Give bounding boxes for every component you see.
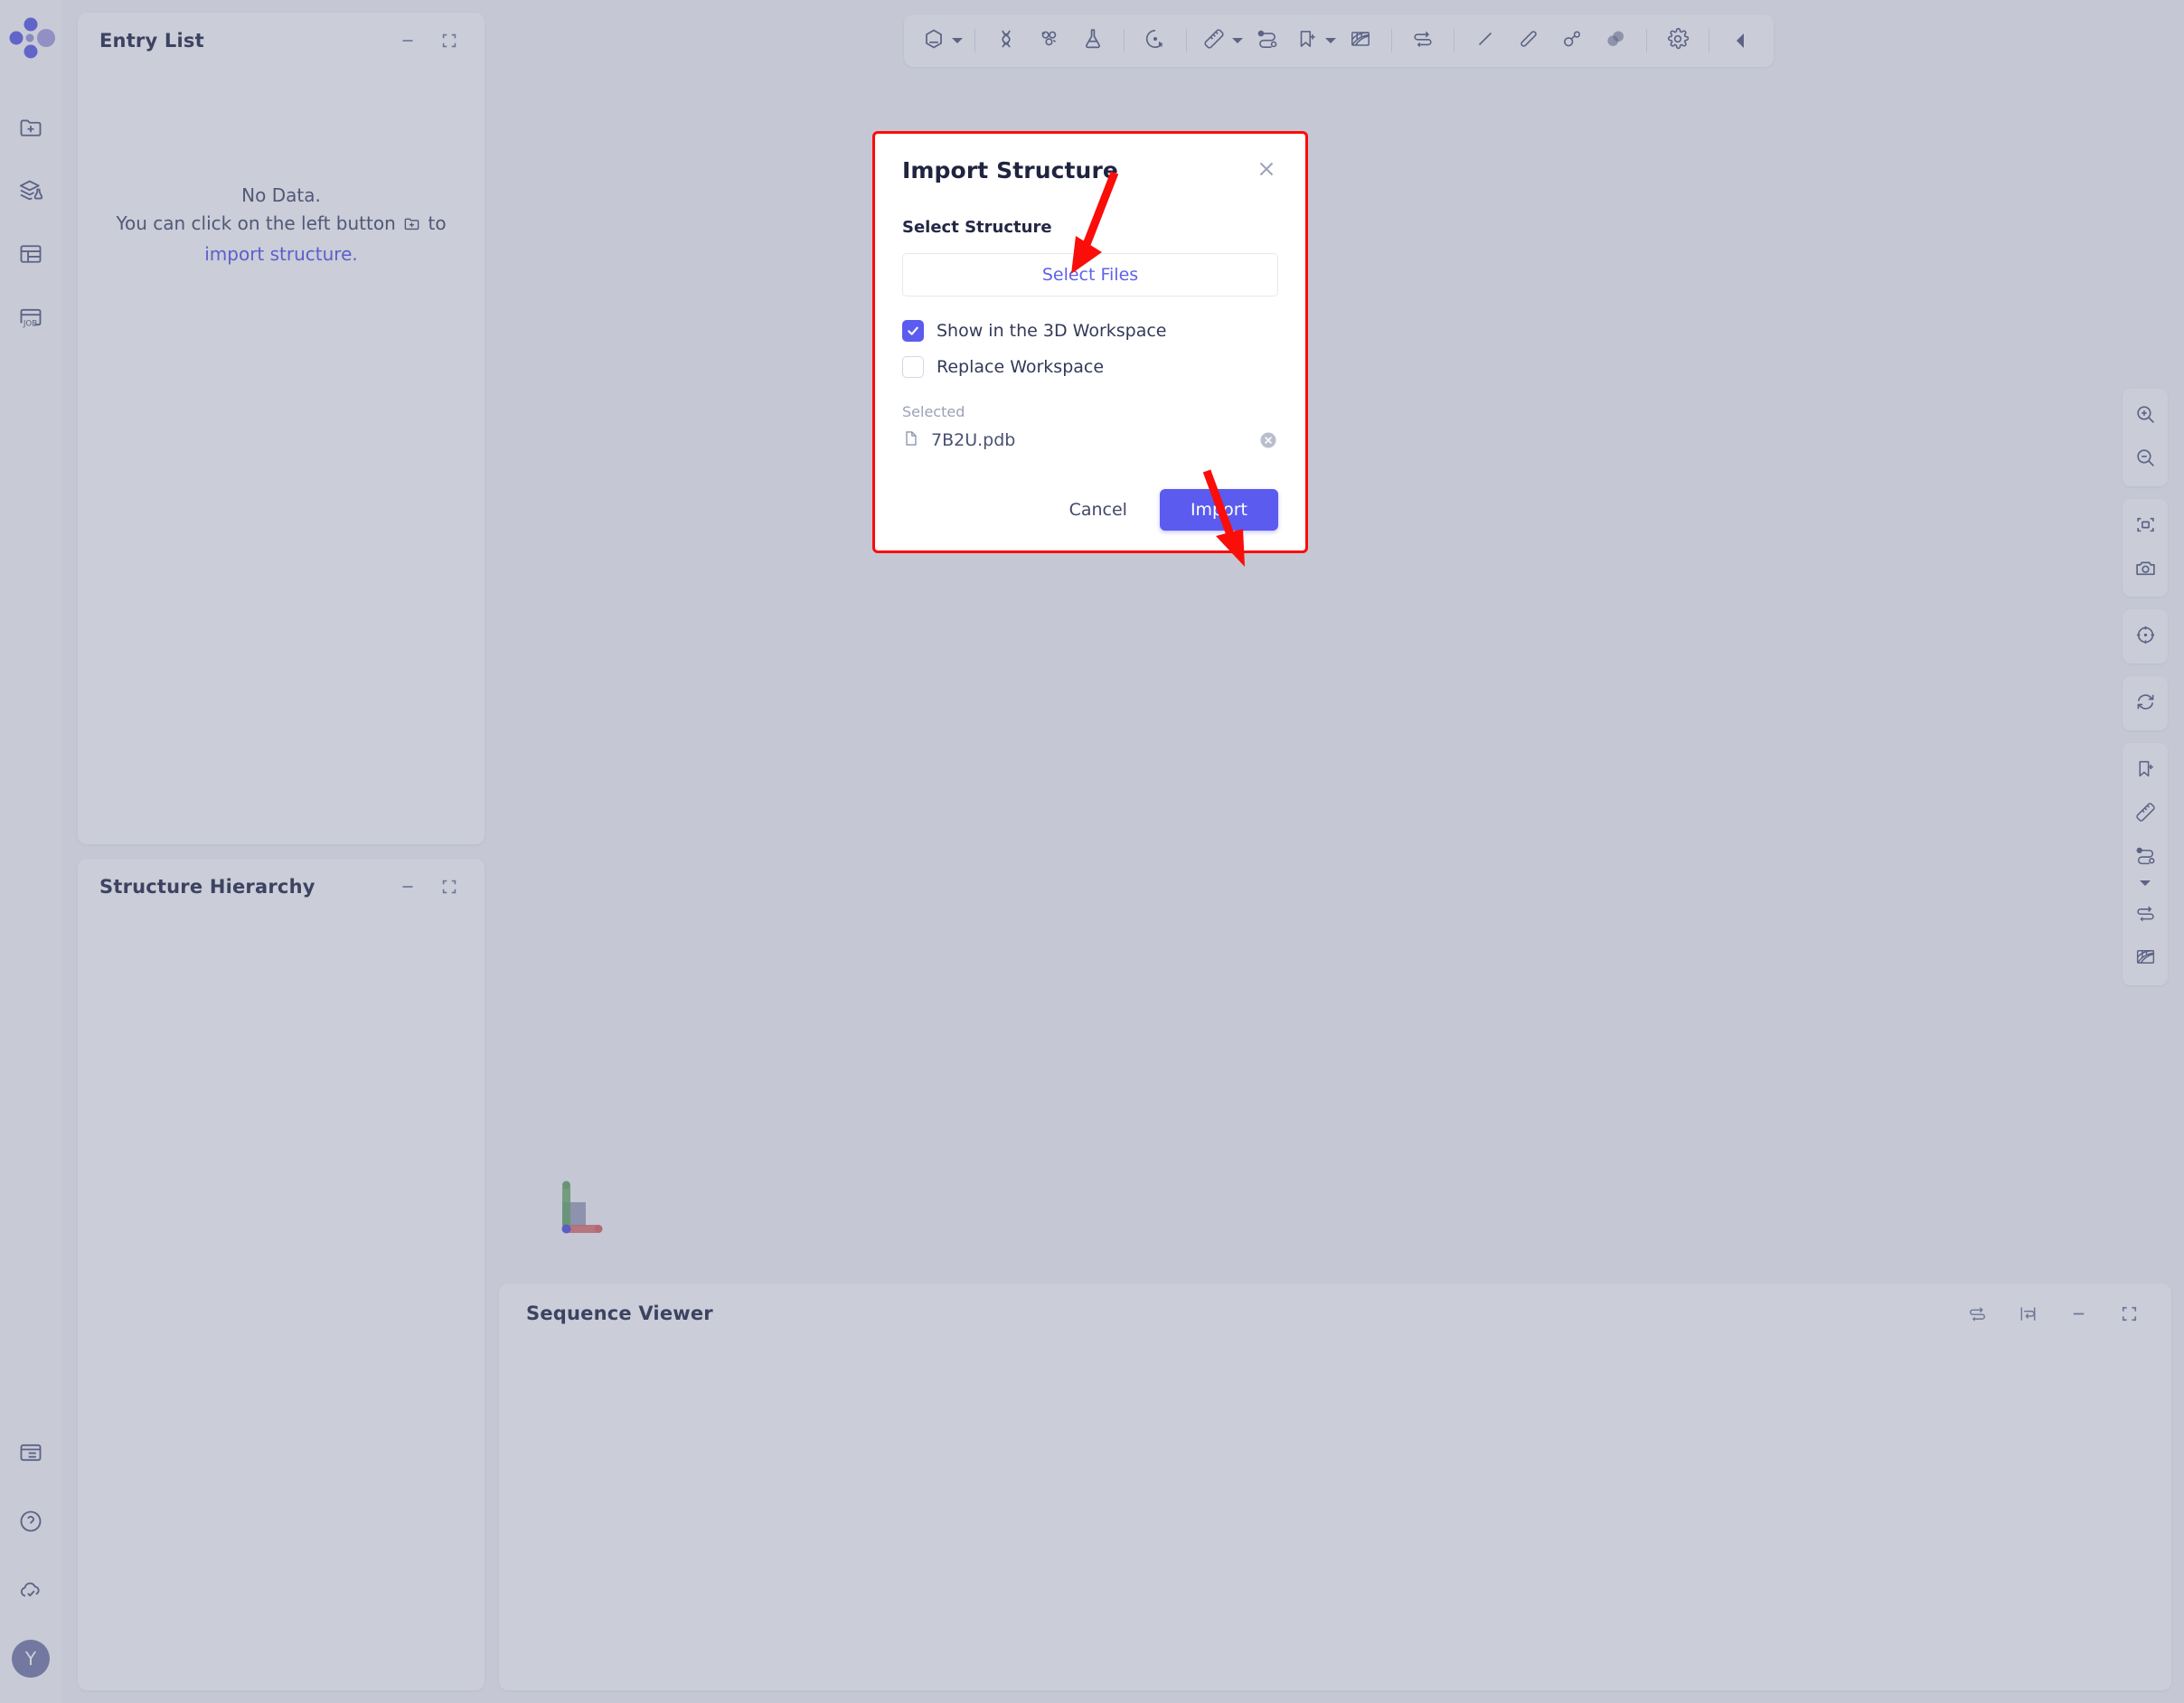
remove-file-button[interactable] [1258,430,1278,450]
modal-overlay[interactable]: Import Structure Select Structure Select… [0,0,2184,1703]
checkbox-box [902,356,924,378]
show-in-3d-workspace-checkbox[interactable]: Show in the 3D Workspace [902,320,1278,342]
dialog-header: Import Structure [902,157,1278,183]
import-button[interactable]: Import [1159,489,1278,531]
dialog-footer: Cancel Import [902,489,1278,531]
checkbox-box [902,320,924,342]
selected-file-row: 7B2U.pdb [902,429,1278,451]
import-structure-dialog: Import Structure Select Structure Select… [872,131,1308,553]
select-structure-label: Select Structure [902,218,1052,237]
replace-workspace-checkbox[interactable]: Replace Workspace [902,356,1278,378]
close-icon [1255,162,1278,184]
replace-workspace-label: Replace Workspace [937,357,1105,377]
close-button[interactable] [1255,157,1278,181]
select-files-button[interactable]: Select Files [902,253,1278,296]
file-icon [902,429,920,451]
dialog-title: Import Structure [902,157,1118,183]
cancel-button[interactable]: Cancel [1053,491,1144,529]
selected-section-label: Selected [902,403,965,420]
selected-file-name: 7B2U.pdb [931,430,1016,450]
show-in-3d-workspace-label: Show in the 3D Workspace [937,321,1167,341]
select-files-label: Select Files [1041,265,1139,285]
